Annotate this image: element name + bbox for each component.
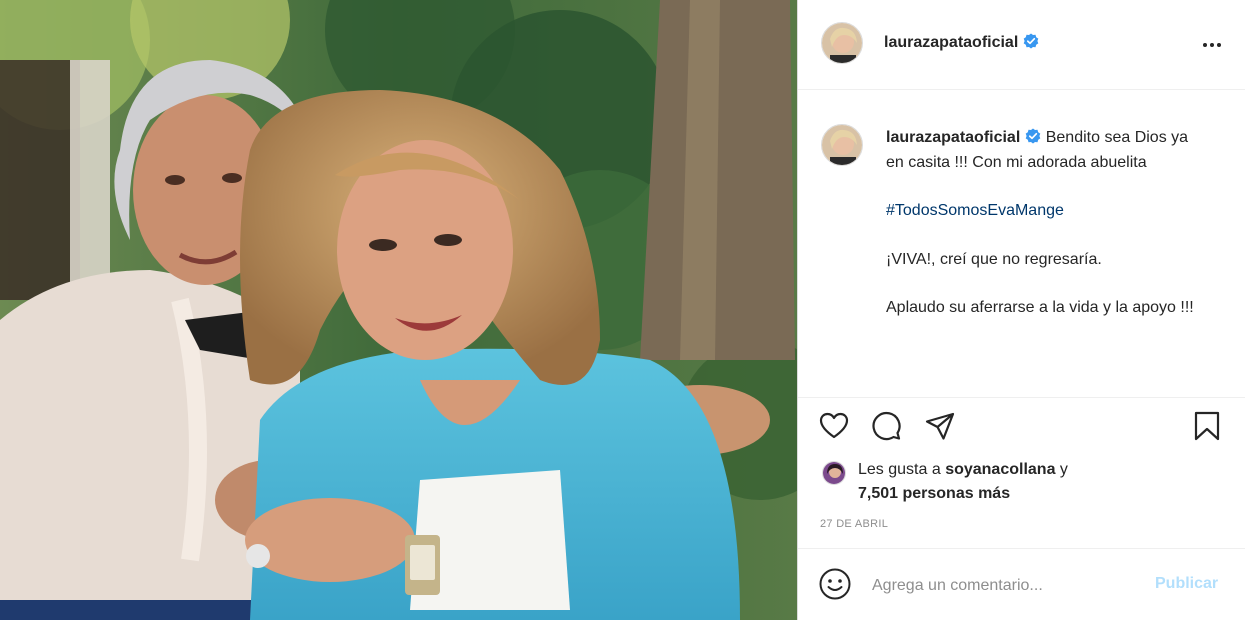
more-horizontal-icon[interactable] [1201,34,1223,56]
heart-icon[interactable] [818,410,854,450]
post-photo[interactable] [0,0,797,620]
emoji-icon[interactable] [818,567,852,601]
post-sidebar: laurazapataoficial laurazapataoficial Be… [797,0,1245,620]
author-username-text[interactable]: laurazapataoficial [884,34,1018,51]
caption-author-avatar[interactable] [821,124,863,166]
instagram-post-window: laurazapataoficial laurazapataoficial Be… [0,0,1245,620]
caption-body: laurazapataoficial Bendito sea Dios ya e… [886,126,1206,321]
post-actions-bar [798,410,1245,452]
author-avatar-image [822,23,862,63]
caption-gap [886,272,1206,296]
caption-author-avatar-image [822,125,862,165]
liker-username[interactable]: soyanacollana [945,461,1055,478]
likes-joiner: y [1059,461,1068,478]
liker-avatar[interactable] [822,461,846,485]
post-photo-illustration [0,0,797,620]
liker-avatar-image [823,462,845,484]
post-header: laurazapataoficial [798,0,1245,90]
caption-line-second: ¡VIVA!, creí que no regresaría. [886,250,1102,268]
caption-username[interactable]: laurazapataoficial [886,129,1020,146]
caption-gap [886,224,1206,248]
post-date[interactable]: 27 DE ABRIL [820,518,888,530]
likes-prefix: Les gusta a [858,461,941,478]
publish-button[interactable]: Publicar [1155,575,1218,593]
author-avatar[interactable] [821,22,863,64]
share-icon[interactable] [924,410,960,450]
caption-gap [886,175,1206,199]
comment-icon[interactable] [870,410,906,450]
verified-badge-icon [1023,33,1039,49]
caption-line-third: Aplaudo su aferrarse a la vida y la apoy… [886,299,1194,316]
author-username[interactable]: laurazapataoficial [884,33,1039,52]
likes-summary: Les gusta a soyanacollana y 7,501 person… [822,458,1222,518]
caption-verified-badge-icon [1025,128,1041,144]
likes-line-first: Les gusta a soyanacollana y [858,461,1068,479]
post-caption: laurazapataoficial Bendito sea Dios ya e… [798,100,1245,398]
comment-form: Publicar [798,548,1245,620]
caption-first-paragraph: laurazapataoficial Bendito sea Dios ya e… [886,126,1206,175]
bookmark-icon[interactable] [1191,410,1227,450]
caption-hashtag-paragraph: #TodosSomosEvaMange [886,199,1206,224]
comment-input[interactable] [870,573,1144,599]
caption-hashtag-link[interactable]: #TodosSomosEvaMange [886,202,1064,219]
likes-others-count[interactable]: 7,501 personas más [858,485,1010,503]
